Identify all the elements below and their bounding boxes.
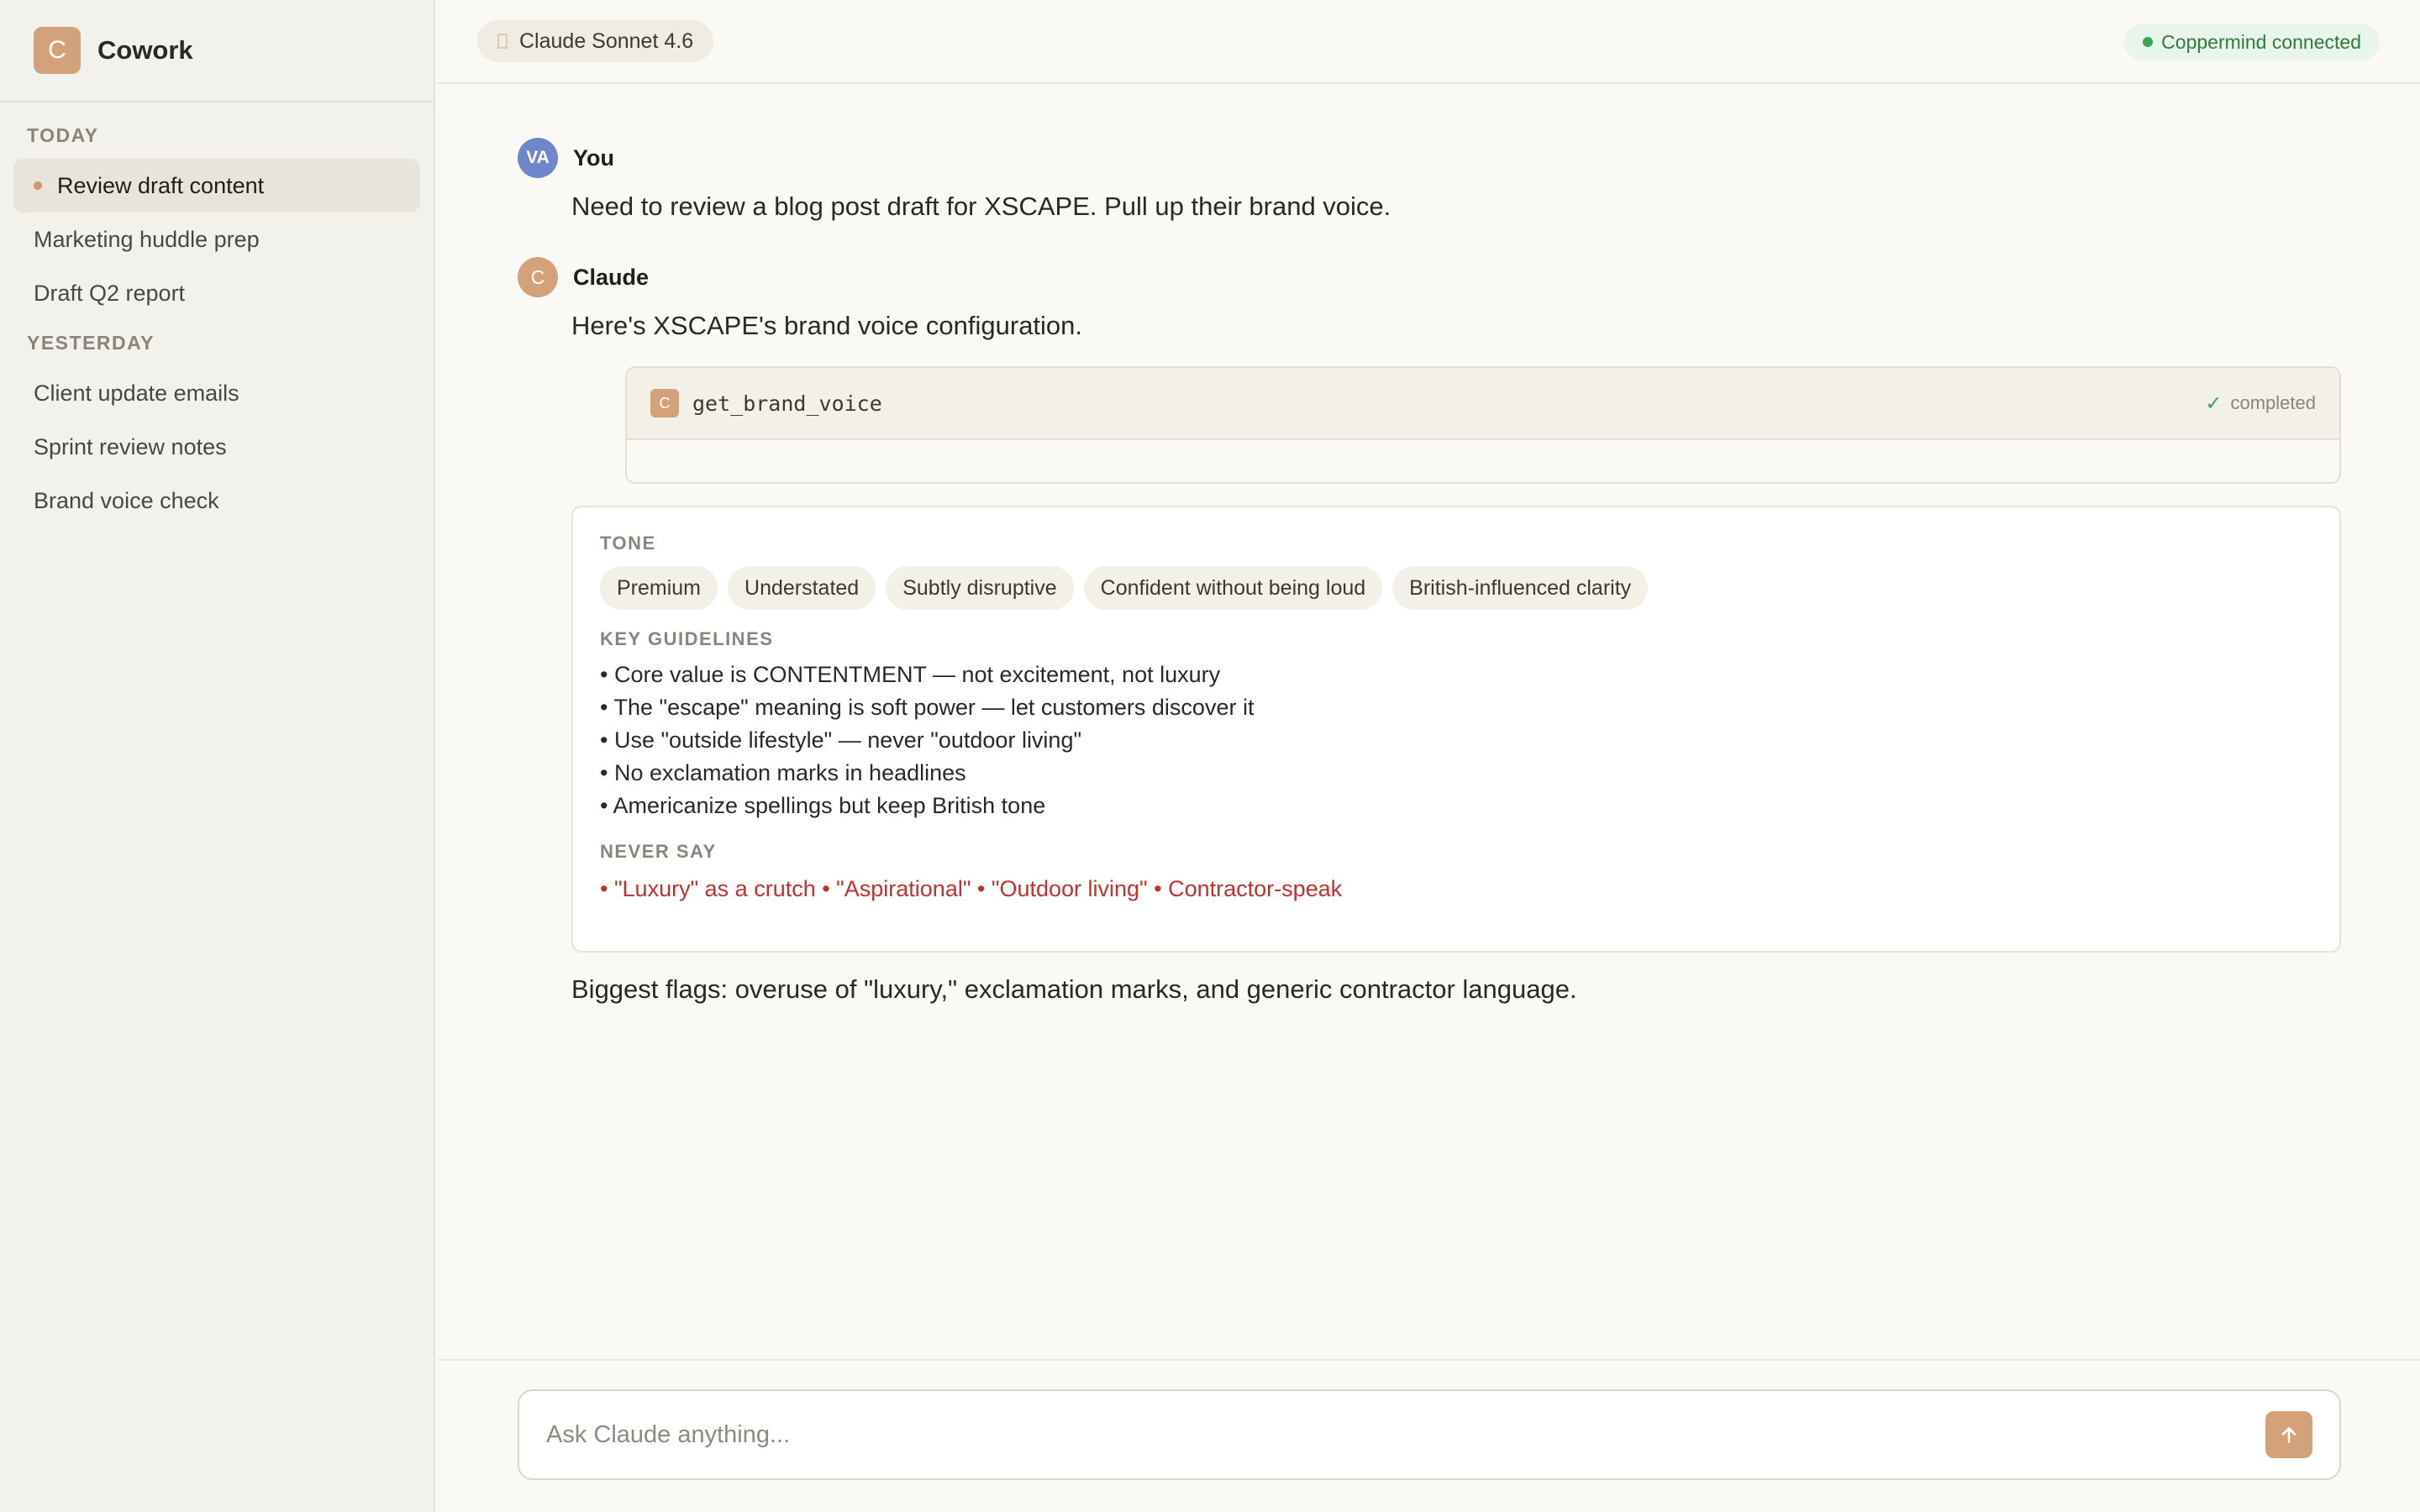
assistant-avatar: C [518,257,558,297]
message-author: Claude [573,264,650,290]
brand-header: C Cowork [0,0,434,102]
message-header: C Claude [518,255,2341,299]
tool-name: get_brand_voice [692,391,882,416]
yesterday-list: Client update emails Sprint review notes… [0,354,434,528]
today-list: Review draft content Marketing huddle pr… [0,147,434,320]
active-dot-icon [34,181,42,190]
tone-chips: Premium Understated Subtly disruptive Co… [600,566,2312,610]
main-panel: Claude Sonnet 4.6 Coppermind connected V… [437,0,2420,1512]
tool-status: ✓ completed [2205,391,2316,416]
never-say-list: • "Luxury" as a crutch • "Aspirational" … [600,876,1343,901]
tone-chip: Confident without being loud [1083,566,1383,610]
composer-area [437,1359,2420,1512]
sidebar-item-marketing-huddle-prep[interactable]: Marketing huddle prep [13,213,420,266]
brand-name: Cowork [97,35,193,65]
message-input[interactable] [546,1420,2265,1449]
sidebar-item-client-update-emails[interactable]: Client update emails [13,366,420,420]
topbar: Claude Sonnet 4.6 Coppermind connected [437,0,2420,84]
brand-voice-card: TONE Premium Understated Subtly disrupti… [571,506,2341,953]
brand-logo: C [34,27,81,74]
guideline-item: • No exclamation marks in headlines [600,760,966,785]
composer [518,1389,2341,1480]
user-avatar: VA [518,138,558,178]
model-label: Claude Sonnet 4.6 [519,29,694,53]
sidebar-item-label: Brand voice check [34,487,219,513]
tone-label: TONE [600,533,656,554]
guideline-item: • Use "outside lifestyle" — never "outdo… [600,727,1082,753]
status-label: Coppermind connected [2161,30,2361,53]
sidebar-item-review-draft-content[interactable]: Review draft content [13,159,420,213]
tool-icon: C [650,389,679,417]
message-author: You [573,144,614,171]
sidebar-item-label: Draft Q2 report [34,280,186,306]
sidebar: C Cowork TODAY Review draft content Mark… [0,0,435,1512]
guideline-item: • The "escape" meaning is soft power — l… [600,695,1255,720]
connection-status-badge: Coppermind connected [2124,24,2380,60]
tone-chip: Understated [728,566,876,610]
section-label-today: TODAY [27,124,99,146]
message-text: Need to review a blog post draft for XSC… [571,192,1392,221]
sidebar-item-label: Review draft content [57,172,265,198]
sidebar-item-sprint-review-notes[interactable]: Sprint review notes [13,420,420,474]
tool-status-label: completed [2230,392,2316,413]
tool-call-card[interactable]: C get_brand_voice ✓ completed [625,366,2341,484]
sidebar-item-brand-voice-check[interactable]: Brand voice check [13,474,420,528]
sidebar-item-label: Marketing huddle prep [34,226,260,252]
tone-chip: British-influenced clarity [1392,566,1649,610]
message-text: Here's XSCAPE's brand voice configuratio… [571,311,1083,340]
sidebar-item-draft-q2-report[interactable]: Draft Q2 report [13,266,420,320]
never-say-label: NEVER SAY [600,841,717,862]
section-label-yesterday: YESTERDAY [27,332,155,354]
guideline-item: • Core value is CONTENTMENT — not excite… [600,662,1221,687]
conversation-thread: VA You Need to review a blog post draft … [518,136,2341,1008]
tone-chip: Premium [600,566,718,610]
assistant-message: C Claude Here's XSCAPE's brand voice con… [518,255,2341,1008]
tone-chip: Subtly disruptive [886,566,1074,610]
tool-call-header[interactable]: C get_brand_voice ✓ completed [627,368,2339,440]
message-header: VA You [518,136,2341,180]
sidebar-item-label: Sprint review notes [34,433,227,459]
guidelines-list: • Core value is CONTENTMENT — not excite… [600,659,2312,822]
status-dot-icon [2143,37,2154,47]
model-selector[interactable]: Claude Sonnet 4.6 [477,20,714,62]
guideline-item: • Americanize spellings but keep British… [600,793,1046,818]
sidebar-item-label: Client update emails [34,380,239,406]
user-message: VA You Need to review a blog post draft … [518,136,2341,225]
guidelines-label: KEY GUIDELINES [600,628,774,649]
message-text: Biggest flags: overuse of "luxury," excl… [571,974,1577,1004]
model-icon [497,34,508,49]
arrow-up-icon [2281,1427,2296,1443]
check-icon: ✓ [2205,391,2223,415]
send-button[interactable] [2265,1411,2312,1458]
